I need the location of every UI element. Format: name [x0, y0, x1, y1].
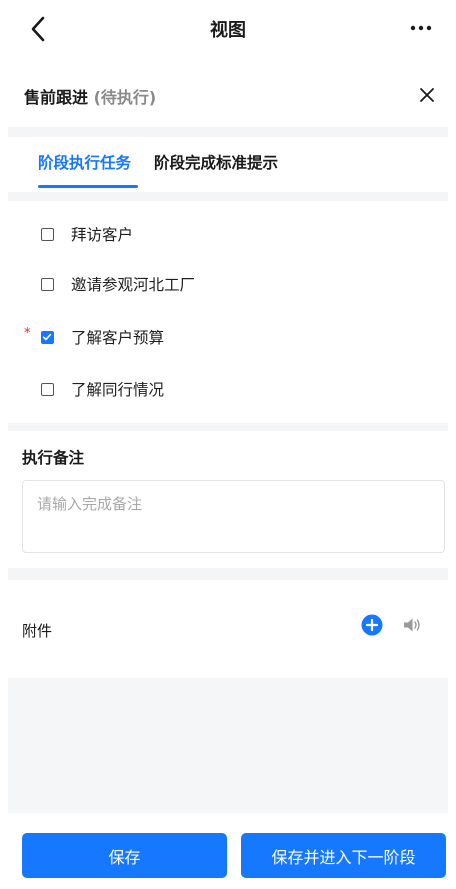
- required-marker: *: [24, 326, 31, 341]
- task-label: 了解客户预算: [71, 329, 165, 347]
- stage-name-text: 售前跟进: [24, 88, 89, 107]
- attachment-row: 附件: [0, 600, 456, 660]
- remark-title: 执行备注: [22, 449, 85, 467]
- tab-bar: 阶段执行任务 阶段完成标准提示: [8, 137, 448, 192]
- page-title: 视图: [210, 20, 246, 41]
- task-item-customer-budget[interactable]: * 了解客户预算: [0, 322, 456, 354]
- save-button[interactable]: 保存: [22, 833, 227, 878]
- more-dots-icon[interactable]: [406, 15, 436, 41]
- divider: [8, 127, 448, 137]
- tab-stage-criteria[interactable]: 阶段完成标准提示: [154, 151, 278, 173]
- task-label: 邀请参观河北工厂: [71, 276, 196, 294]
- check-icon: [42, 333, 52, 341]
- task-checkbox[interactable]: [41, 228, 54, 241]
- task-checkbox-checked[interactable]: [41, 331, 54, 344]
- task-checkbox[interactable]: [41, 383, 54, 396]
- speaker-icon[interactable]: [402, 616, 422, 634]
- divider: [8, 423, 448, 431]
- save-and-next-stage-button[interactable]: 保存并进入下一阶段: [241, 833, 446, 878]
- divider: [8, 568, 448, 580]
- attachment-area: [8, 678, 448, 813]
- task-item-invite-factory-visit[interactable]: 邀请参观河北工厂: [0, 269, 456, 301]
- divider: [8, 192, 448, 201]
- active-tab-indicator: [38, 185, 138, 188]
- task-item-visit-customer[interactable]: 拜访客户: [0, 219, 456, 251]
- task-label: 了解同行情况: [71, 381, 165, 399]
- page: 视图 售前跟进 (待执行) 阶段执行任务 阶段完成标准提示 拜访客户 邀请参观河…: [0, 0, 456, 889]
- task-checkbox[interactable]: [41, 278, 54, 291]
- stage-name: 售前跟进 (待执行): [24, 84, 156, 108]
- navbar: 视图: [0, 0, 456, 62]
- task-label: 拜访客户: [71, 226, 134, 244]
- attachment-label: 附件: [22, 622, 53, 640]
- close-icon[interactable]: [416, 84, 438, 106]
- task-item-competitor-info[interactable]: 了解同行情况: [0, 374, 456, 406]
- add-circle-icon[interactable]: [361, 614, 383, 636]
- remark-input[interactable]: [22, 480, 445, 553]
- stage-header: 售前跟进 (待执行): [0, 76, 456, 116]
- tab-stage-tasks[interactable]: 阶段执行任务: [38, 151, 131, 173]
- stage-status: (待执行): [93, 88, 157, 107]
